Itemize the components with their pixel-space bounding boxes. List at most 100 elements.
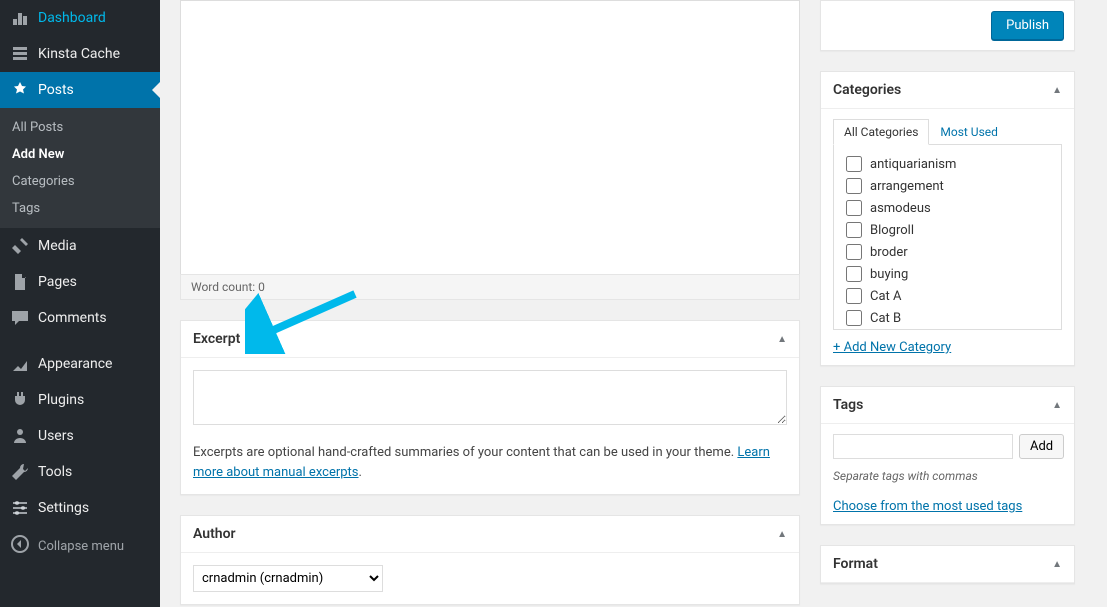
category-item[interactable]: Blogroll <box>842 219 1053 241</box>
menu-label: Plugins <box>38 392 84 408</box>
menu-settings[interactable]: Settings <box>0 490 160 526</box>
chevron-up-icon: ▲ <box>1052 400 1062 411</box>
category-list[interactable]: antiquarianism arrangement asmodeus Blog… <box>833 145 1062 330</box>
tab-all-categories[interactable]: All Categories <box>833 119 929 145</box>
excerpt-textarea[interactable] <box>193 370 787 425</box>
categories-toggle[interactable]: Categories ▲ <box>821 72 1074 109</box>
category-label: Cat A <box>870 289 902 304</box>
comments-icon <box>10 308 30 328</box>
excerpt-desc-suffix: . <box>359 465 362 480</box>
add-tag-button[interactable]: Add <box>1019 434 1064 459</box>
category-item[interactable]: asmodeus <box>842 197 1053 219</box>
menu-posts[interactable]: Posts <box>0 72 160 108</box>
pin-icon <box>10 80 30 100</box>
menu-label: Dashboard <box>38 10 106 26</box>
tag-cloud-link[interactable]: Choose from the most used tags <box>833 499 1062 514</box>
category-label: antiquarianism <box>870 157 956 172</box>
category-label: Cat B <box>870 311 901 326</box>
tags-toggle[interactable]: Tags ▲ <box>821 387 1074 424</box>
content-column: Word count: 0 Excerpt ▲ Excerpts are opt… <box>180 0 800 605</box>
menu-media[interactable]: Media <box>0 228 160 264</box>
menu-label: Pages <box>38 274 77 290</box>
format-title: Format <box>833 556 878 572</box>
content-editor[interactable] <box>180 0 800 275</box>
author-select[interactable]: crnadmin (crnadmin) <box>193 565 383 592</box>
category-checkbox[interactable] <box>846 222 862 238</box>
submenu-tags[interactable]: Tags <box>0 195 160 222</box>
author-title: Author <box>193 526 236 542</box>
menu-label: Posts <box>38 82 74 98</box>
tools-icon <box>10 462 30 482</box>
category-label: broder <box>870 245 908 260</box>
menu-label: Comments <box>38 310 107 326</box>
plugins-icon <box>10 390 30 410</box>
category-checkbox[interactable] <box>846 266 862 282</box>
media-icon <box>10 236 30 256</box>
category-item[interactable]: Cat A <box>842 285 1053 307</box>
submenu-all-posts[interactable]: All Posts <box>0 114 160 141</box>
categories-title: Categories <box>833 82 901 98</box>
menu-dashboard[interactable]: Dashboard <box>0 0 160 36</box>
tags-panel: Tags ▲ Add Separate tags with commas Cho… <box>820 386 1075 525</box>
format-panel: Format ▲ <box>820 545 1075 584</box>
word-count-bar: Word count: 0 <box>180 274 800 300</box>
category-checkbox[interactable] <box>846 244 862 260</box>
category-label: arrangement <box>870 179 944 194</box>
excerpt-description: Excerpts are optional hand-crafted summa… <box>193 443 787 482</box>
excerpt-desc-text: Excerpts are optional hand-crafted summa… <box>193 445 737 460</box>
menu-label: Users <box>38 428 74 444</box>
author-metabox: Author ▲ crnadmin (crnadmin) <box>180 515 800 605</box>
category-label: asmodeus <box>870 201 931 216</box>
category-item[interactable]: broder <box>842 241 1053 263</box>
publish-panel: Publish <box>820 0 1075 51</box>
tags-input[interactable] <box>833 434 1013 459</box>
category-item[interactable]: Cat B <box>842 307 1053 329</box>
chevron-up-icon: ▲ <box>1052 85 1062 96</box>
menu-users[interactable]: Users <box>0 418 160 454</box>
category-checkbox[interactable] <box>846 156 862 172</box>
submenu-categories[interactable]: Categories <box>0 168 160 195</box>
author-toggle[interactable]: Author ▲ <box>181 516 799 553</box>
tags-title: Tags <box>833 397 863 413</box>
category-item[interactable]: antiquarianism <box>842 153 1053 175</box>
menu-pages[interactable]: Pages <box>0 264 160 300</box>
collapse-label: Collapse menu <box>38 539 124 554</box>
menu-label: Appearance <box>38 356 112 372</box>
menu-comments[interactable]: Comments <box>0 300 160 336</box>
menu-plugins[interactable]: Plugins <box>0 382 160 418</box>
menu-appearance[interactable]: Appearance <box>0 346 160 382</box>
excerpt-metabox: Excerpt ▲ Excerpts are optional hand-cra… <box>180 320 800 495</box>
category-label: buying <box>870 267 908 282</box>
menu-kinsta-cache[interactable]: Kinsta Cache <box>0 36 160 72</box>
tab-most-used[interactable]: Most Used <box>929 119 1009 145</box>
category-label: Blogroll <box>870 223 914 238</box>
menu-label: Tools <box>38 464 72 480</box>
appearance-icon <box>10 354 30 374</box>
excerpt-toggle[interactable]: Excerpt ▲ <box>181 321 799 358</box>
menu-label: Settings <box>38 500 89 516</box>
submenu-add-new[interactable]: Add New <box>0 141 160 168</box>
chevron-up-icon: ▲ <box>777 529 787 540</box>
menu-tools[interactable]: Tools <box>0 454 160 490</box>
publish-button[interactable]: Publish <box>991 11 1064 40</box>
dashboard-icon <box>10 8 30 28</box>
menu-label: Kinsta Cache <box>38 46 120 62</box>
menu-label: Media <box>38 238 77 254</box>
category-item[interactable]: buying <box>842 263 1053 285</box>
format-toggle[interactable]: Format ▲ <box>821 546 1074 583</box>
admin-sidebar: Dashboard Kinsta Cache Posts All Posts A… <box>0 0 160 607</box>
category-item[interactable]: arrangement <box>842 175 1053 197</box>
collapse-menu[interactable]: Collapse menu <box>0 526 160 566</box>
add-new-category-link[interactable]: + Add New Category <box>833 340 1062 355</box>
excerpt-title: Excerpt <box>193 331 240 347</box>
category-checkbox[interactable] <box>846 310 862 326</box>
chevron-up-icon: ▲ <box>1052 559 1062 570</box>
collapse-icon <box>10 534 30 558</box>
categories-panel: Categories ▲ All Categories Most Used an… <box>820 71 1075 366</box>
category-checkbox[interactable] <box>846 288 862 304</box>
category-tabs: All Categories Most Used <box>833 119 1062 145</box>
category-checkbox[interactable] <box>846 200 862 216</box>
sidebar-column: Publish Categories ▲ All Categories Most… <box>820 0 1075 584</box>
cache-icon <box>10 44 30 64</box>
category-checkbox[interactable] <box>846 178 862 194</box>
